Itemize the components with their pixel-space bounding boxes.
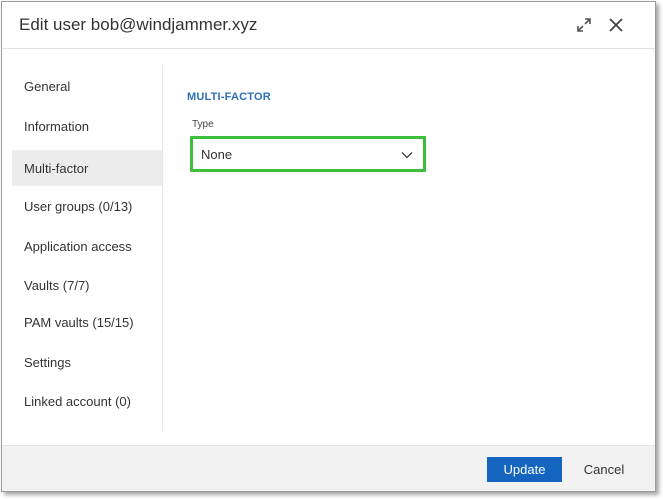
chevron-down-icon — [401, 152, 413, 159]
sidebar-item-label: Multi-factor — [24, 160, 89, 176]
sidebar-item-vaults[interactable]: Vaults (7/7) — [12, 267, 162, 303]
cancel-button[interactable]: Cancel — [577, 457, 631, 481]
expand-icon[interactable] — [573, 14, 595, 36]
sidebar-item-pam-vaults[interactable]: PAM vaults (15/15) — [12, 304, 162, 340]
sidebar-item-label: Application access — [24, 238, 132, 254]
close-icon[interactable] — [605, 14, 627, 36]
section-title: MULTI-FACTOR — [187, 91, 271, 103]
update-button[interactable]: Update — [487, 457, 562, 482]
type-select-value: None — [201, 146, 233, 162]
sidebar-item-settings[interactable]: Settings — [12, 344, 162, 380]
sidebar-item-multi-factor[interactable]: Multi-factor — [12, 150, 162, 186]
sidebar-item-label: General — [24, 78, 71, 94]
sidebar-item-label: Vaults (7/7) — [24, 277, 90, 293]
sidebar-item-linked-account[interactable]: Linked account (0) — [12, 383, 162, 419]
dialog-header: Edit user bob@windjammer.xyz — [2, 2, 655, 49]
sidebar-item-label: PAM vaults (15/15) — [24, 314, 134, 330]
sidebar-item-label: User groups (0/13) — [24, 198, 133, 214]
sidebar-nav: General Information Multi-factor User gr… — [12, 65, 163, 431]
sidebar-item-user-groups[interactable]: User groups (0/13) — [12, 188, 162, 224]
sidebar-item-label: Linked account (0) — [24, 393, 131, 409]
sidebar-item-label: Settings — [24, 354, 71, 370]
edit-user-dialog: Edit user bob@windjammer.xyz General Inf… — [1, 1, 656, 492]
sidebar-item-application-access[interactable]: Application access — [12, 228, 162, 264]
dialog-title: Edit user bob@windjammer.xyz — [19, 15, 258, 34]
sidebar-item-information[interactable]: Information — [12, 108, 162, 144]
sidebar-item-general[interactable]: General — [12, 68, 162, 104]
dialog-footer: Update Cancel — [2, 445, 655, 491]
type-label: Type — [192, 119, 214, 130]
type-select[interactable]: None — [190, 136, 426, 172]
sidebar-item-label: Information — [24, 118, 90, 134]
